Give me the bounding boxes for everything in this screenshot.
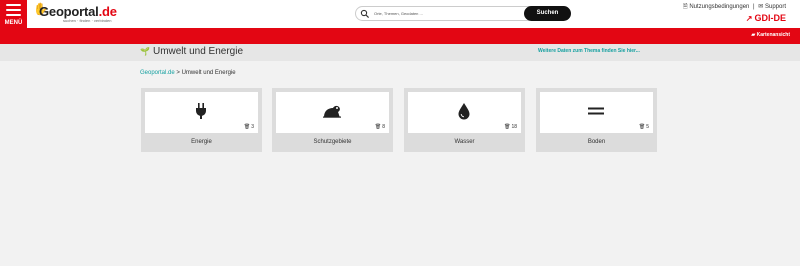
more-data-link[interactable]: Weitere Daten zum Thema finden Sie hier.… xyxy=(538,48,640,54)
card-label: Boden xyxy=(587,139,606,145)
gdi-de-label: GDI-DE xyxy=(754,13,787,23)
map-view-label: Kartenansicht xyxy=(756,32,790,38)
dataset-count: 🗑5 xyxy=(638,124,649,130)
document-icon: 🗎 xyxy=(682,4,688,10)
card-label: Wasser xyxy=(454,139,475,145)
breadcrumb-separator: > xyxy=(176,70,180,76)
divider: | xyxy=(753,4,755,10)
trash-icon: 🗑 xyxy=(504,124,511,130)
page-title: 🌱 Umwelt und Energie xyxy=(140,46,243,57)
support-link[interactable]: Support xyxy=(765,4,786,10)
top-links: 🗎 Nutzungsbedingungen | ✉ Support xyxy=(683,2,786,12)
dataset-count: 🗑8 xyxy=(374,124,385,130)
card-label: Schutzgebiete xyxy=(313,139,352,145)
search-input[interactable] xyxy=(374,8,519,19)
dataset-count: 🗑18 xyxy=(504,124,517,130)
external-link-icon: ↗ xyxy=(745,14,753,23)
search-bar: Suchen xyxy=(355,6,571,21)
seedling-icon: 🌱 xyxy=(140,47,150,56)
equals-icon xyxy=(588,107,604,115)
search-icon xyxy=(360,9,370,19)
breadcrumb-home[interactable]: Geoportal.de xyxy=(140,70,175,76)
search-button[interactable]: Suchen xyxy=(524,6,571,21)
card-icon-area: 🗑8 xyxy=(276,92,389,133)
category-card-wasser[interactable]: 🗑18 Wasser xyxy=(404,88,525,152)
red-navbar: ▰ Kartenansicht xyxy=(0,28,800,44)
page-title-text: Umwelt und Energie xyxy=(152,46,244,57)
trash-icon: 🗑 xyxy=(374,124,382,130)
map-view-link[interactable]: ▰ Kartenansicht xyxy=(751,32,790,38)
water-drop-icon xyxy=(458,103,470,120)
category-card-energie[interactable]: 🗑3 Energie xyxy=(141,88,262,152)
terms-link[interactable]: Nutzungsbedingungen xyxy=(689,4,749,10)
logo-tagline: suchen · finden · verbinden xyxy=(63,18,112,23)
map-icon: ▰ xyxy=(751,32,756,38)
frog-icon xyxy=(323,105,341,118)
hamburger-icon xyxy=(6,4,21,19)
category-card-boden[interactable]: 🗑5 Boden xyxy=(536,88,657,152)
card-icon-area: 🗑3 xyxy=(145,92,258,133)
plug-icon xyxy=(196,103,206,119)
category-card-schutzgebiete[interactable]: 🗑8 Schutzgebiete xyxy=(272,88,393,152)
card-icon-area: 🗑5 xyxy=(540,92,653,133)
card-label: Energie xyxy=(191,139,212,145)
logo-text: Geoportal.de xyxy=(39,4,117,19)
trash-icon: 🗑 xyxy=(638,124,646,130)
header: MENÜ ✋ Geoportal.de suchen · finden · ve… xyxy=(0,0,800,28)
menu-label: MENÜ xyxy=(4,20,23,26)
gdi-de-link[interactable]: ↗ GDI-DE xyxy=(746,13,786,23)
geoportal-logo[interactable]: ✋ Geoportal.de suchen · finden · verbind… xyxy=(33,2,123,26)
envelope-icon: ✉ xyxy=(758,4,764,10)
topic-header: 🌱 Umwelt und Energie Weitere Daten zum Th… xyxy=(0,44,800,61)
breadcrumb: Geoportal.de > Umwelt und Energie xyxy=(140,70,236,76)
menu-button[interactable]: MENÜ xyxy=(0,0,27,28)
breadcrumb-current: Umwelt und Energie xyxy=(181,70,236,76)
dataset-count: 🗑3 xyxy=(243,124,254,130)
trash-icon: 🗑 xyxy=(243,124,251,130)
card-icon-area: 🗑18 xyxy=(408,92,521,133)
